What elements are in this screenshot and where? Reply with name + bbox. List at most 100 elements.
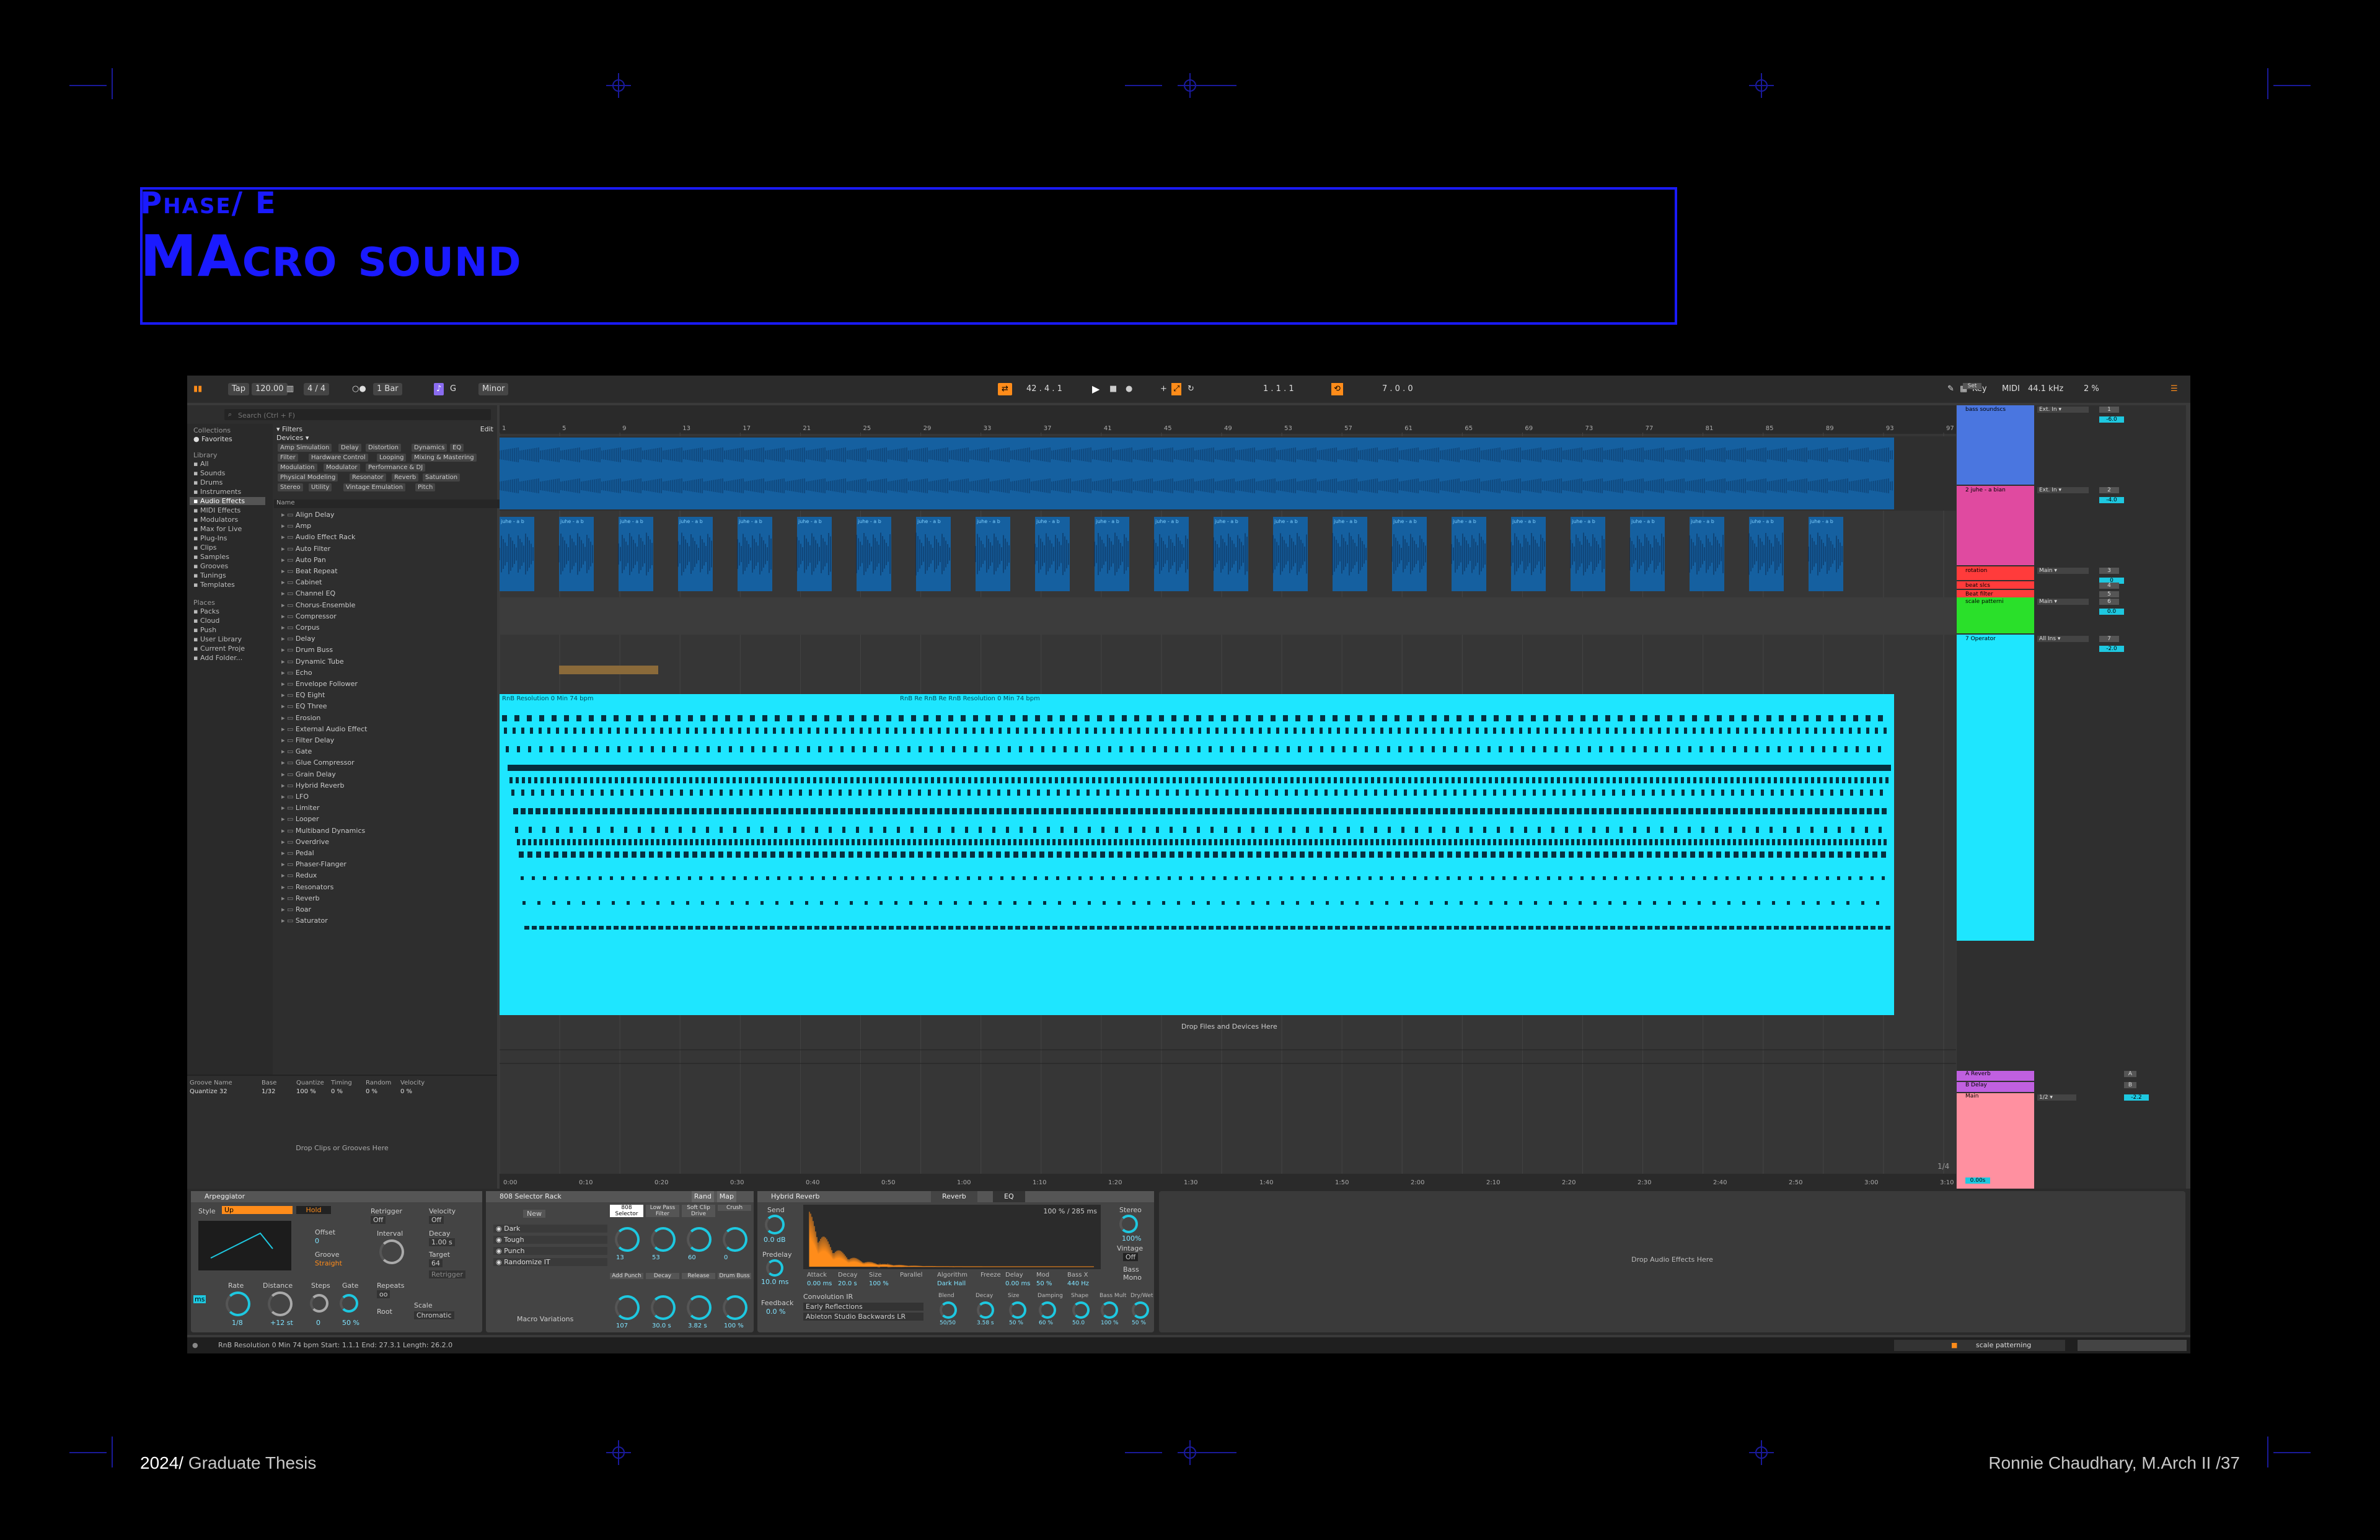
filter-tag[interactable]: Modulation	[278, 464, 317, 472]
key-select[interactable]: G	[450, 383, 456, 395]
decay-field[interactable]: 1.00 s	[429, 1238, 455, 1246]
device-list-item[interactable]: Cabinet	[281, 578, 322, 586]
vintage-select[interactable]: Off	[1123, 1253, 1139, 1261]
devices-filter[interactable]: Devices ▾	[276, 434, 309, 442]
filter-tag[interactable]: Dynamics	[412, 444, 447, 452]
filter-tag[interactable]: Utility	[309, 483, 332, 491]
library-item[interactable]: ▪ Tunings	[193, 571, 226, 579]
ir-select[interactable]: Ableton Studio Backwards LR	[803, 1313, 923, 1321]
filter-tag[interactable]: Saturation	[423, 473, 461, 482]
macro-knob[interactable]	[651, 1227, 676, 1252]
track-header[interactable]: rotation	[1957, 566, 2034, 580]
eq-tab[interactable]: EQ	[993, 1191, 1025, 1202]
filter-tag[interactable]: Delay	[338, 444, 361, 452]
device-list-item[interactable]: EQ Three	[281, 702, 327, 710]
reverb-param-value[interactable]: 100 %	[869, 1280, 889, 1287]
library-item[interactable]: ▪ Modulators	[193, 516, 238, 524]
loop-length[interactable]: 7 . 0 . 0	[1382, 383, 1413, 395]
macro-knob[interactable]	[615, 1295, 640, 1320]
filter-tag[interactable]: Physical Modeling	[278, 473, 338, 482]
groove-cell[interactable]: 100 %	[296, 1088, 316, 1095]
reverb-knob[interactable]	[1072, 1301, 1090, 1319]
mini-overview[interactable]	[2078, 1340, 2187, 1351]
device-list-item[interactable]: Filter Delay	[281, 736, 334, 744]
time-signature[interactable]: 4 / 4	[304, 383, 330, 395]
input-select[interactable]: Ext. In ▾	[2037, 407, 2089, 413]
loop-switch-icon[interactable]: ⟲	[1331, 383, 1343, 395]
scale-mode-icon[interactable]: ♪	[434, 383, 444, 395]
selector-rack-device[interactable]: 808 Selector Rack Rand Map New Macro Var…	[486, 1191, 754, 1332]
loop-icon[interactable]: ↻	[1188, 383, 1194, 395]
track-header[interactable]: bass soundscs	[1957, 405, 2034, 485]
hold-button[interactable]: Hold	[296, 1206, 331, 1214]
record-quantize-icon[interactable]: ○●	[352, 383, 366, 395]
input-select[interactable]: All Ins ▾	[2037, 636, 2089, 642]
device-list-item[interactable]: Roar	[281, 905, 311, 913]
library-item[interactable]: ▪ Instruments	[193, 488, 241, 496]
macro-knob[interactable]	[615, 1227, 640, 1252]
midi-map-button[interactable]: MIDI	[2002, 383, 2020, 395]
draw-mode-icon[interactable]: ✎	[1947, 383, 1954, 395]
places-item[interactable]: ▪ Add Folder...	[193, 654, 242, 662]
device-list-item[interactable]: Grain Delay	[281, 770, 336, 778]
groove-cell[interactable]: 0 %	[400, 1088, 412, 1095]
song-position[interactable]: 42 . 4 . 1	[1026, 383, 1062, 395]
distance-knob[interactable]	[268, 1291, 293, 1316]
library-item[interactable]: ▪ Samples	[193, 553, 229, 561]
groove-cell[interactable]: 1/32	[262, 1088, 275, 1095]
track-header[interactable]: Beat filter	[1957, 590, 2034, 597]
device-list-item[interactable]: Glue Compressor	[281, 759, 355, 767]
overdub-icon[interactable]: +	[1160, 383, 1167, 395]
filter-tag[interactable]: Distortion	[366, 444, 401, 452]
input-select[interactable]: Ext. In ▾	[2037, 487, 2089, 493]
record-icon[interactable]: ●	[1126, 383, 1132, 395]
predelay-knob[interactable]	[766, 1259, 783, 1277]
interval-knob[interactable]	[379, 1239, 404, 1264]
device-list-item[interactable]: Align Delay	[281, 511, 335, 519]
device-list-item[interactable]: Looper	[281, 815, 319, 823]
filter-tag[interactable]: Mixing & Mastering	[412, 454, 477, 462]
retrigger-select[interactable]: Off	[371, 1216, 386, 1224]
follow-icon[interactable]: ⇄	[998, 383, 1012, 395]
filter-tag[interactable]: Vintage Emulation	[343, 483, 405, 491]
play-icon[interactable]: ▶	[1092, 383, 1100, 395]
input-select[interactable]: Main ▾	[2037, 599, 2089, 605]
steps-knob[interactable]	[310, 1294, 328, 1313]
library-item[interactable]: ▪ MIDI Effects	[193, 506, 240, 514]
style-select[interactable]: Up	[222, 1206, 293, 1214]
device-list-item[interactable]: Channel EQ	[281, 589, 335, 597]
track-volume[interactable]: -4.0	[2099, 497, 2124, 503]
track-number[interactable]: 5	[2099, 591, 2119, 597]
favorites-item[interactable]: ● Favorites	[193, 435, 232, 443]
chain-item[interactable]: ◉ Randomize IT	[493, 1258, 607, 1266]
reverb-tab[interactable]: Reverb	[931, 1191, 977, 1202]
library-item[interactable]: ▪ Sounds	[193, 469, 225, 477]
return-track-header[interactable]: B Delay	[1957, 1082, 2034, 1092]
track-header[interactable]: 2 juhe - a bian	[1957, 486, 2034, 565]
reverb-param-value[interactable]: 0.00 ms	[807, 1280, 832, 1287]
device-list-item[interactable]: Corpus	[281, 623, 320, 631]
device-list-item[interactable]: Overdrive	[281, 838, 329, 846]
automation-arm-icon[interactable]: ⤢	[1171, 383, 1182, 395]
device-list-item[interactable]: Reverb	[281, 894, 320, 902]
library-item[interactable]: ▪ Audio Effects	[190, 497, 265, 505]
loop-start[interactable]: 1 . 1 . 1	[1263, 383, 1294, 395]
device-list-item[interactable]: Delay	[281, 635, 315, 643]
metronome-icon[interactable]: ▥	[286, 383, 294, 395]
filter-tag[interactable]: Performance & DJ	[366, 464, 426, 472]
retrigger-button[interactable]: Retrigger	[429, 1270, 466, 1278]
rand-button[interactable]: Rand	[691, 1191, 714, 1202]
track-volume[interactable]: 0.0	[2099, 609, 2124, 615]
reverb-param-value[interactable]: 20.0 s	[838, 1280, 857, 1287]
library-item[interactable]: ▪ Plug-Ins	[193, 534, 227, 542]
stop-icon[interactable]: ■	[1109, 383, 1117, 395]
track-number[interactable]: 1	[2099, 407, 2119, 413]
chain-item[interactable]: ◉ Tough	[493, 1236, 607, 1244]
places-item[interactable]: ▪ User Library	[193, 635, 242, 643]
device-list-item[interactable]: Hybrid Reverb	[281, 781, 345, 790]
filter-tag[interactable]: Reverb	[392, 473, 419, 482]
reverb-param-value[interactable]: 0.00 ms	[1005, 1280, 1030, 1287]
rate-knob[interactable]	[226, 1291, 250, 1316]
device-list-item[interactable]: Chorus-Ensemble	[281, 601, 356, 609]
groove-cell[interactable]: 0 %	[331, 1088, 343, 1095]
